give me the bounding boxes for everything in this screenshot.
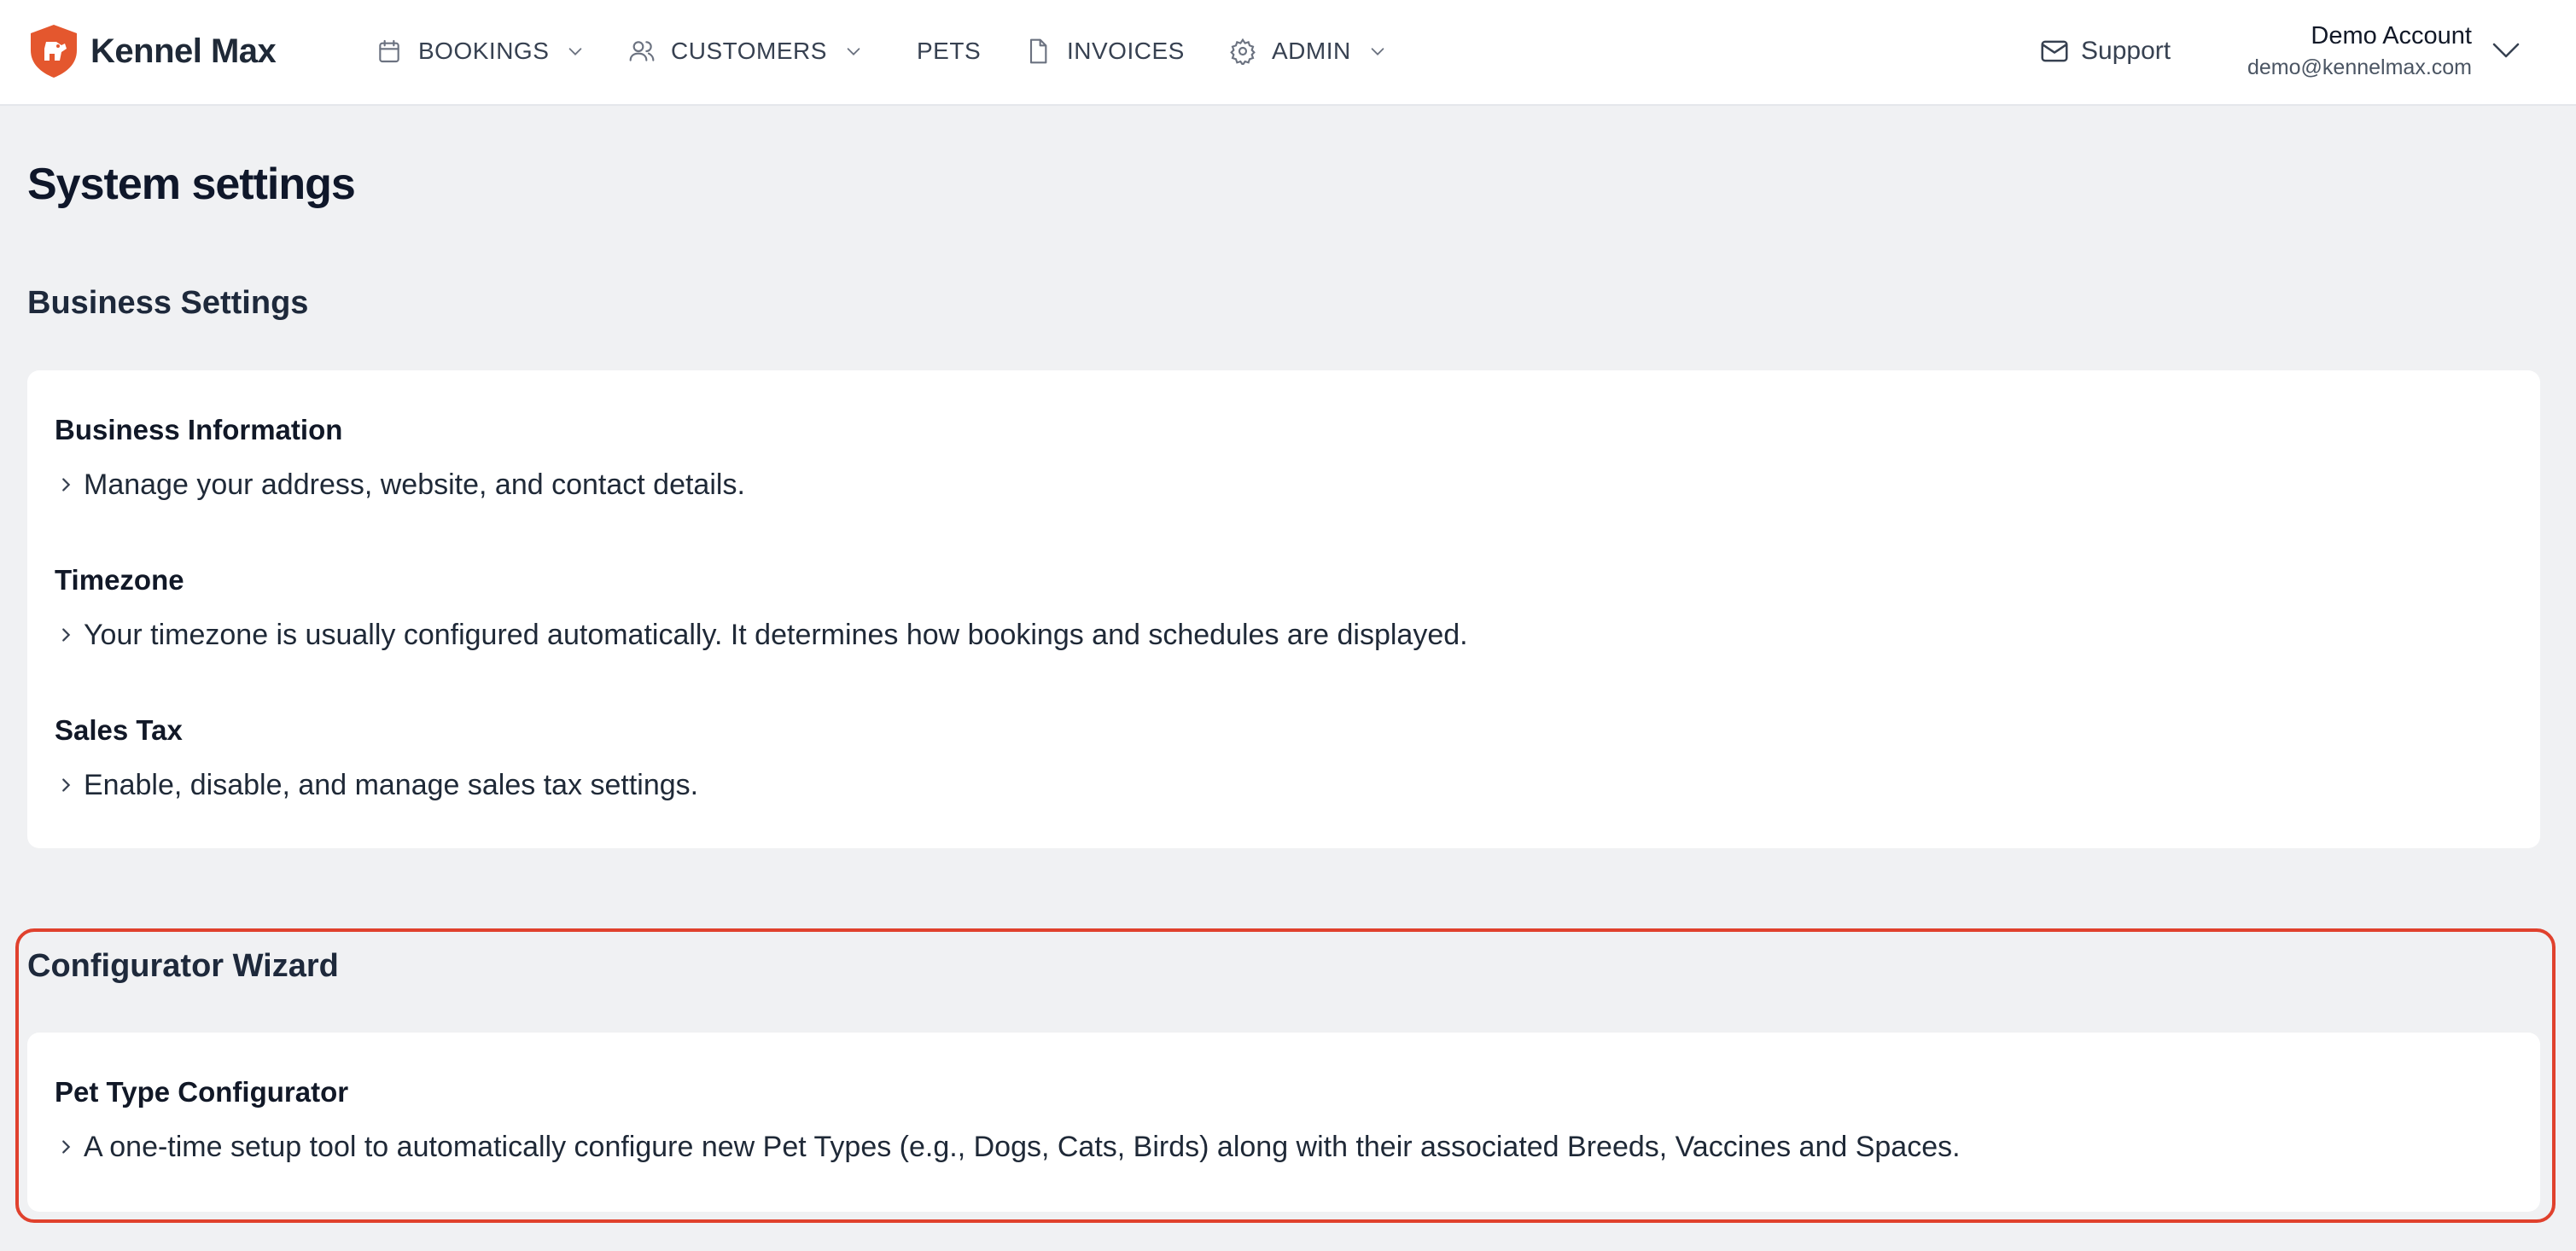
nav-customers[interactable]: CUSTOMERS (628, 31, 863, 72)
setting-title: Timezone (55, 564, 184, 596)
configurator-card: Pet Type Configurator A one-time setup t… (27, 1033, 2540, 1212)
account-menu[interactable]: Demo Account demo@kennelmax.com (2247, 19, 2472, 82)
support-link[interactable]: Support (2038, 31, 2171, 72)
setting-title: Business Information (55, 414, 343, 445)
chevron-down-icon (847, 48, 860, 55)
calendar-icon (379, 39, 399, 63)
nav-admin-label: ADMIN (1272, 38, 1351, 64)
setting-timezone[interactable]: Timezone Your timezone is usually config… (55, 561, 2513, 654)
account-email: demo@kennelmax.com (2247, 55, 2472, 79)
chevron-down-icon (569, 48, 582, 55)
nav-admin[interactable]: ADMIN (1229, 31, 1387, 72)
business-settings-card: Business Information Manage your address… (27, 370, 2540, 848)
gear-icon (1230, 38, 1256, 65)
nav-pets[interactable]: PETS (917, 31, 981, 72)
support-label: Support (2081, 37, 2171, 65)
setting-sales-tax[interactable]: Sales Tax Enable, disable, and manage sa… (55, 712, 2513, 804)
setting-title: Pet Type Configurator (55, 1076, 349, 1108)
chevron-right-icon (62, 478, 71, 492)
chevron-down-icon[interactable] (2489, 38, 2523, 63)
nav-pets-label: PETS (917, 38, 982, 64)
chevron-right-icon (62, 1140, 71, 1154)
users-icon (629, 41, 655, 61)
setting-description: Manage your address, website, and contac… (84, 468, 745, 501)
nav-customers-label: CUSTOMERS (671, 38, 827, 64)
kennel-max-logo-icon (31, 25, 77, 78)
section-heading-configurator-wizard: Configurator Wizard (27, 948, 339, 984)
page-title: System settings (27, 160, 356, 209)
nav-bookings-label: BOOKINGS (418, 38, 550, 64)
setting-business-information[interactable]: Business Information Manage your address… (55, 411, 2513, 503)
setting-pet-type-configurator[interactable]: Pet Type Configurator A one-time setup t… (55, 1074, 2513, 1166)
chevron-right-icon (62, 778, 71, 792)
brand[interactable]: Kennel Max (27, 22, 277, 80)
nav-invoices[interactable]: INVOICES (1024, 31, 1185, 72)
setting-description: A one-time setup tool to automatically c… (84, 1131, 1961, 1163)
brand-name: Kennel Max (90, 32, 277, 70)
top-navbar: Kennel Max BOOKINGS CUSTOMERS PETS INVOI… (0, 0, 2576, 106)
setting-description: Your timezone is usually configured auto… (84, 619, 1468, 651)
nav-invoices-label: INVOICES (1067, 38, 1185, 64)
section-heading-business-settings: Business Settings (27, 285, 309, 321)
nav-bookings[interactable]: BOOKINGS (376, 31, 585, 72)
mail-icon (2041, 40, 2068, 62)
setting-description: Enable, disable, and manage sales tax se… (84, 769, 699, 801)
document-icon (1029, 38, 1047, 64)
chevron-right-icon (62, 628, 71, 642)
setting-title: Sales Tax (55, 714, 183, 746)
chevron-down-icon (1371, 48, 1384, 55)
account-name: Demo Account (2311, 22, 2472, 49)
